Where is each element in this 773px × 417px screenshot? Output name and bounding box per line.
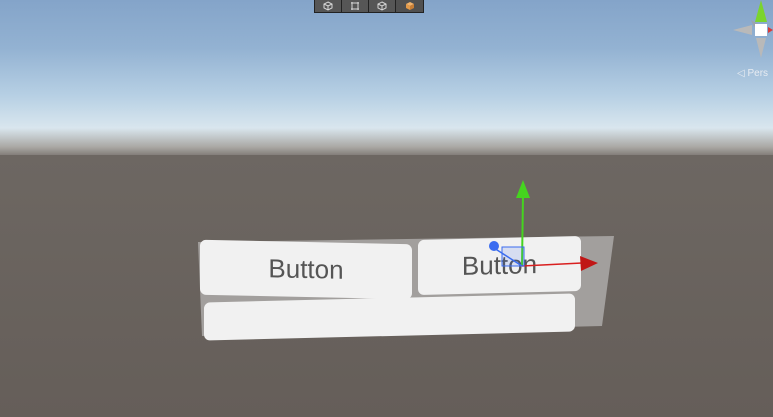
scene-orientation-gizmo[interactable] xyxy=(730,0,773,60)
wire-cube-icon xyxy=(377,1,387,11)
wire-cube-icon xyxy=(323,1,333,11)
rect-tool-icon xyxy=(350,1,360,11)
scene-toolbar xyxy=(314,0,424,13)
tool-solid-cube[interactable] xyxy=(396,0,423,12)
tool-wire-cube-2[interactable] xyxy=(369,0,396,12)
tool-rect[interactable] xyxy=(342,0,369,12)
ui-button-left[interactable]: Button xyxy=(200,239,412,300)
xy-plane-handle xyxy=(501,246,525,267)
x-axis-line xyxy=(521,262,583,267)
projection-label[interactable]: ◁ Pers xyxy=(737,68,768,79)
gizmo-neg-y-axis-cone xyxy=(756,38,766,58)
tool-wire-cube-1[interactable] xyxy=(315,0,342,12)
ui-button-left-label: Button xyxy=(268,253,344,285)
skybox xyxy=(0,0,773,160)
y-axis-arrow xyxy=(516,180,530,198)
move-tool-gizmo[interactable] xyxy=(470,176,610,280)
solid-cube-icon xyxy=(405,1,415,11)
gizmo-x-axis-cone xyxy=(768,27,773,33)
z-axis-handle xyxy=(489,241,499,251)
gizmo-neg-x-axis-cone xyxy=(733,25,752,35)
gizmo-y-axis-cone xyxy=(755,0,767,22)
gizmo-center-cube xyxy=(755,24,767,36)
x-axis-arrow xyxy=(580,256,598,271)
